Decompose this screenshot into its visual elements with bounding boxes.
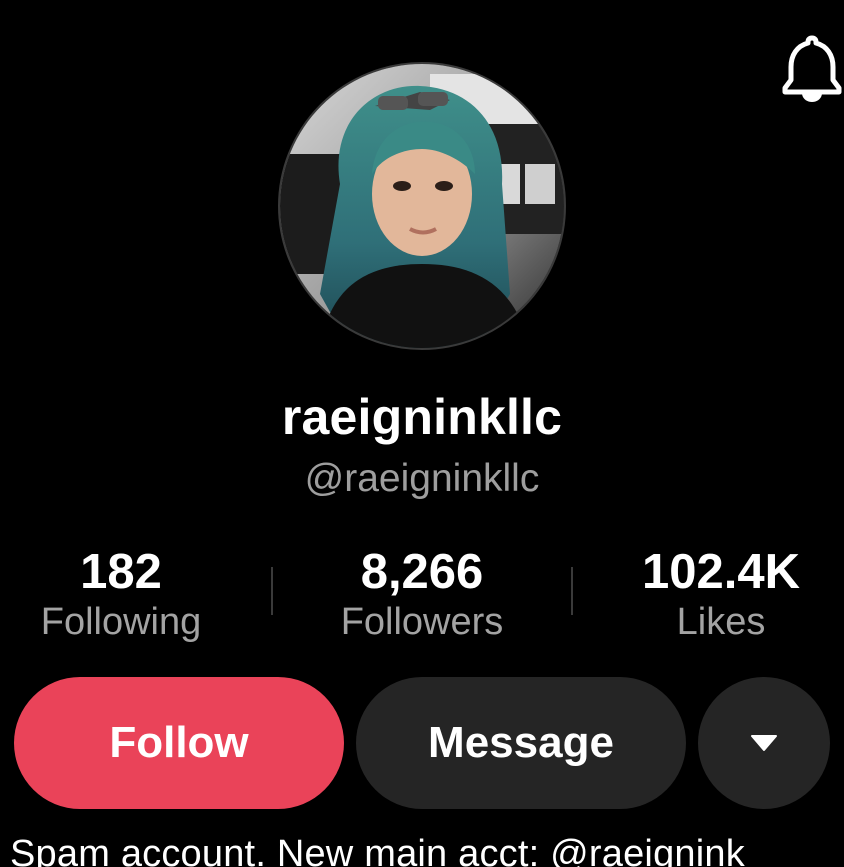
followers-label: Followers: [340, 601, 504, 643]
message-button[interactable]: Message: [356, 677, 686, 809]
following-label: Following: [40, 601, 202, 643]
profile-page: raeigninkllc @raeigninkllc 182 Following…: [0, 0, 844, 867]
stat-divider: [571, 567, 573, 615]
follow-button-label: Follow: [109, 718, 249, 767]
followers-stat[interactable]: 8,266 Followers: [282, 542, 562, 644]
message-button-label: Message: [428, 718, 614, 767]
likes-count: 102.4K: [641, 545, 800, 599]
more-options-button[interactable]: [698, 677, 830, 809]
followers-count: 8,266: [360, 545, 484, 599]
display-name: raeigninkllc: [281, 389, 563, 445]
following-stat[interactable]: 182 Following: [0, 542, 261, 644]
likes-stat[interactable]: 102.4K Likes: [581, 542, 844, 644]
username-handle: @raeigninkllc: [304, 457, 540, 500]
notification-bell-icon[interactable]: [780, 34, 844, 102]
stat-divider: [271, 567, 273, 615]
bio-text: Spam account. New main acct: @raeignink: [10, 833, 745, 867]
follow-button[interactable]: Follow: [14, 677, 344, 809]
following-count: 182: [80, 545, 162, 599]
avatar[interactable]: [278, 62, 566, 350]
likes-label: Likes: [676, 601, 766, 643]
caret-down-icon: [751, 735, 777, 751]
